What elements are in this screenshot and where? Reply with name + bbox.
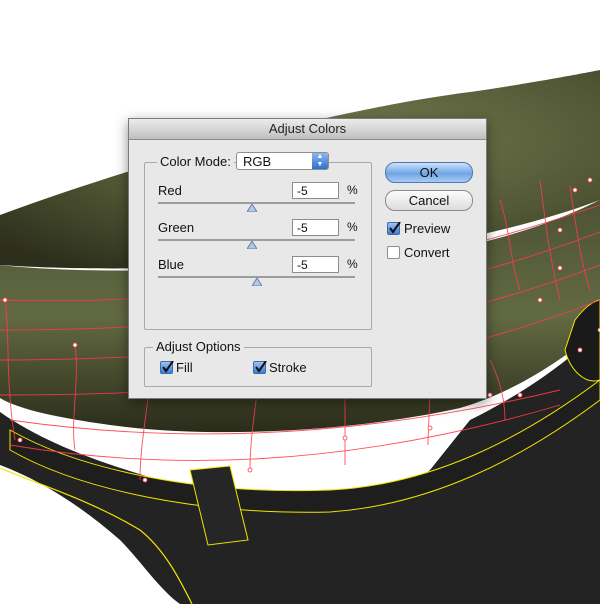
adjust-options-label: Adjust Options bbox=[153, 339, 244, 354]
dialog-title: Adjust Colors bbox=[129, 119, 486, 140]
fill-label: Fill bbox=[176, 360, 193, 375]
green-value-input[interactable]: -5 bbox=[292, 219, 339, 236]
red-slider-thumb[interactable] bbox=[247, 204, 257, 212]
stroke-label: Stroke bbox=[269, 360, 307, 375]
blue-unit: % bbox=[347, 257, 358, 271]
checkmark-icon bbox=[162, 361, 174, 373]
red-value-input[interactable]: -5 bbox=[292, 182, 339, 199]
fill-checkbox[interactable] bbox=[160, 361, 174, 374]
blue-label: Blue bbox=[158, 257, 185, 272]
blue-value-input[interactable]: -5 bbox=[292, 256, 339, 273]
color-mode-value: RGB bbox=[243, 154, 272, 169]
color-mode-select[interactable]: RGB ▲ ▼ bbox=[236, 152, 329, 170]
convert-label: Convert bbox=[404, 245, 450, 260]
preview-checkbox[interactable] bbox=[387, 222, 401, 235]
green-unit: % bbox=[347, 220, 358, 234]
adjust-colors-dialog: Adjust Colors Color Mode: RGB ▲ ▼ Red -5 … bbox=[128, 118, 487, 399]
color-mode-label: Color Mode: bbox=[157, 154, 234, 169]
stroke-checkbox[interactable] bbox=[253, 361, 267, 374]
red-label: Red bbox=[158, 183, 182, 198]
red-unit: % bbox=[347, 183, 358, 197]
green-label: Green bbox=[158, 220, 195, 235]
select-arrows-icon: ▲ ▼ bbox=[312, 153, 328, 169]
preview-label: Preview bbox=[404, 221, 451, 236]
checkmark-icon bbox=[255, 361, 267, 373]
checkmark-icon bbox=[389, 222, 401, 234]
blue-slider-thumb[interactable] bbox=[252, 278, 262, 286]
cancel-button[interactable]: Cancel bbox=[385, 190, 473, 211]
convert-checkbox[interactable] bbox=[387, 246, 400, 259]
ok-button[interactable]: OK bbox=[385, 162, 473, 183]
green-slider-thumb[interactable] bbox=[247, 241, 257, 249]
